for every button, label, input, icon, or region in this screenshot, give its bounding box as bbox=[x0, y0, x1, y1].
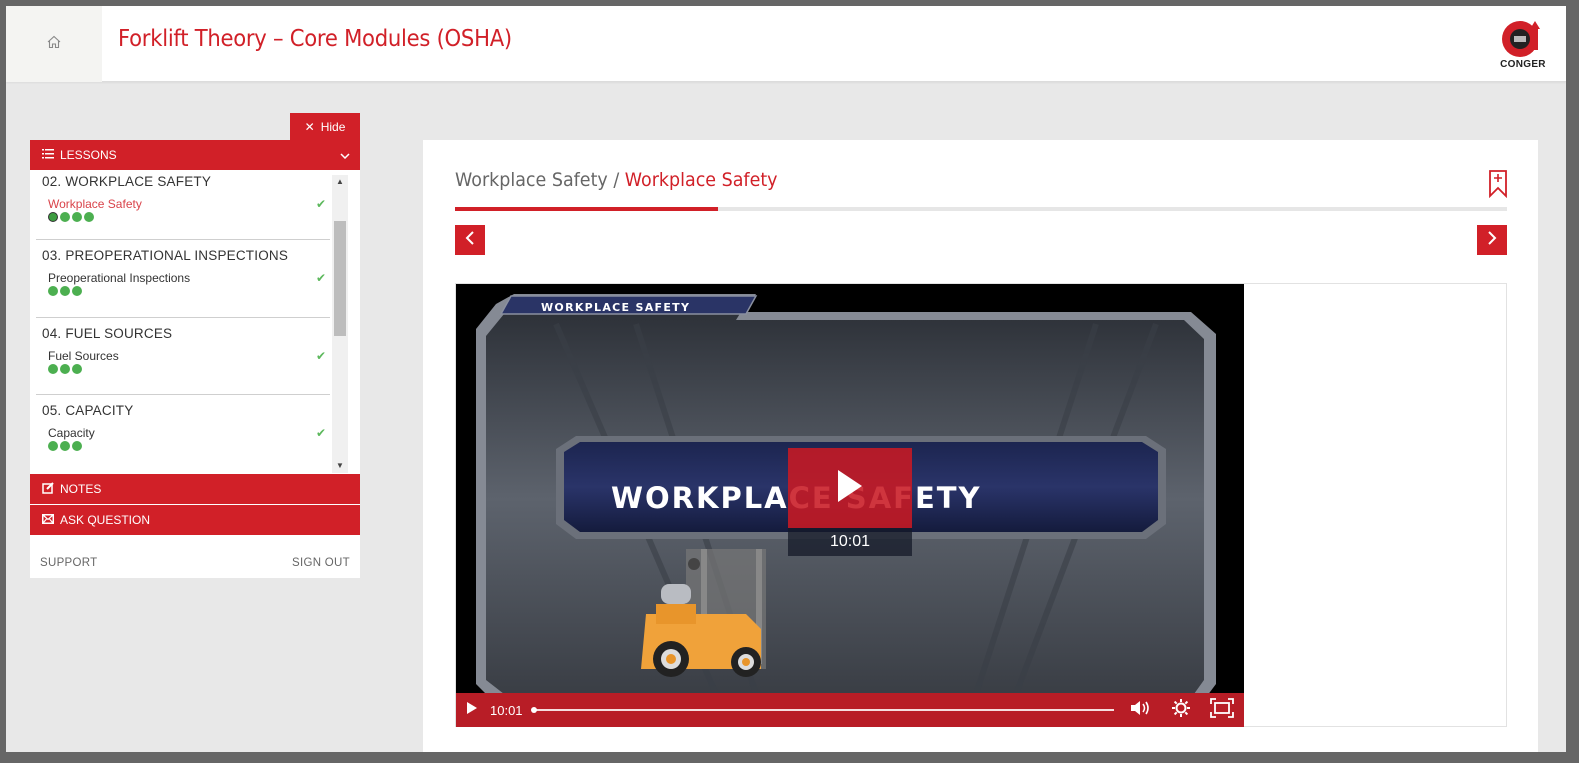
previous-slide-button[interactable] bbox=[455, 225, 485, 255]
lesson-name: Capacity bbox=[48, 426, 95, 440]
app-frame: Forklift Theory – Core Modules (OSHA) CO… bbox=[6, 6, 1566, 752]
hide-label: Hide bbox=[320, 120, 346, 134]
chevron-right-icon bbox=[1487, 230, 1497, 250]
progress-dot[interactable] bbox=[72, 363, 82, 374]
progress-dot[interactable] bbox=[84, 212, 94, 222]
lesson-item-preoperational-inspections[interactable]: Preoperational Inspections ✔ bbox=[42, 271, 330, 285]
support-link[interactable]: SUPPORT bbox=[40, 557, 97, 569]
bookmark-plus-icon bbox=[1488, 170, 1508, 202]
notes-button[interactable]: NOTES bbox=[30, 474, 360, 504]
breadcrumb-parent[interactable]: Workplace Safety bbox=[455, 169, 608, 191]
close-icon: ✕ bbox=[304, 120, 315, 134]
settings-button[interactable] bbox=[1172, 698, 1190, 722]
home-button[interactable] bbox=[6, 6, 102, 82]
breadcrumb-current: Workplace Safety bbox=[624, 169, 778, 191]
volume-button[interactable] bbox=[1130, 700, 1152, 721]
chevron-down-icon bbox=[340, 148, 350, 162]
progress-dot[interactable] bbox=[60, 212, 70, 222]
conger-logo-icon bbox=[1502, 21, 1540, 57]
progress-dots bbox=[42, 212, 330, 222]
big-play-button[interactable] bbox=[788, 448, 912, 528]
course-title: Forklift Theory – Core Modules (OSHA) bbox=[118, 26, 512, 52]
check-icon: ✔ bbox=[315, 426, 326, 440]
progress-dot[interactable] bbox=[60, 363, 70, 374]
edit-note-icon bbox=[42, 481, 54, 497]
check-icon: ✔ bbox=[315, 271, 326, 285]
seek-bar[interactable] bbox=[530, 707, 1114, 713]
conger-logo[interactable]: CONGER bbox=[1490, 18, 1556, 74]
envelope-icon bbox=[42, 513, 54, 527]
notes-label: NOTES bbox=[60, 482, 102, 496]
seek-handle[interactable] bbox=[530, 707, 537, 713]
lesson-group: 03. PREOPERATIONAL INSPECTIONS Preoperat… bbox=[36, 240, 330, 318]
slide-small-title: WORKPLACE SAFETY bbox=[541, 301, 691, 314]
progress-dot[interactable] bbox=[48, 363, 58, 374]
scroll-down-arrow-icon[interactable]: ▼ bbox=[332, 459, 348, 473]
lesson-progress-fill bbox=[455, 207, 718, 211]
chevron-left-icon bbox=[465, 230, 475, 250]
lesson-group-title: 02. WORKPLACE SAFETY bbox=[42, 174, 212, 189]
lesson-group: 04. FUEL SOURCES Fuel Sources ✔ bbox=[36, 318, 330, 395]
progress-dots bbox=[42, 286, 330, 296]
sidebar-footer: SUPPORT SIGN OUT bbox=[30, 557, 360, 569]
progress-dots bbox=[42, 441, 330, 451]
next-slide-button[interactable] bbox=[1477, 225, 1507, 255]
play-icon bbox=[836, 468, 864, 509]
play-icon bbox=[466, 701, 478, 720]
check-icon: ✔ bbox=[315, 348, 326, 363]
check-icon: ✔ bbox=[315, 197, 326, 211]
lesson-progress-bar bbox=[455, 207, 1507, 211]
breadcrumb: Workplace Safety / Workplace Safety bbox=[455, 169, 778, 191]
lesson-item-workplace-safety[interactable]: Workplace Safety ✔ bbox=[42, 197, 330, 211]
lesson-content-card: Workplace Safety / Workplace Safety WORK… bbox=[423, 140, 1538, 752]
lesson-name: Fuel Sources bbox=[48, 348, 119, 363]
lesson-name: Preoperational Inspections bbox=[48, 271, 191, 285]
lesson-item-fuel-sources[interactable]: Fuel Sources ✔ bbox=[42, 349, 330, 363]
scroll-up-arrow-icon[interactable]: ▲ bbox=[332, 175, 348, 189]
lesson-group-title: 05. CAPACITY bbox=[42, 403, 134, 418]
ask-question-button[interactable]: ASK QUESTION bbox=[30, 505, 360, 535]
list-icon bbox=[42, 148, 54, 162]
video-player[interactable]: WORKPLACE SAFETY WORKPLACE SAFETY 10:01 … bbox=[456, 284, 1244, 727]
lesson-item-capacity[interactable]: Capacity ✔ bbox=[42, 426, 330, 440]
progress-dot[interactable] bbox=[72, 212, 82, 222]
lesson-group: 05. CAPACITY Capacity ✔ bbox=[36, 395, 330, 473]
video-duration-overlay: 10:01 bbox=[788, 528, 912, 556]
lesson-group-title: 04. FUEL SOURCES bbox=[42, 325, 173, 341]
scroll-thumb[interactable] bbox=[334, 221, 346, 336]
progress-dot[interactable] bbox=[72, 441, 82, 451]
progress-dot[interactable] bbox=[48, 212, 58, 222]
progress-dot[interactable] bbox=[60, 441, 70, 451]
progress-dot[interactable] bbox=[48, 441, 58, 451]
play-pause-button[interactable] bbox=[466, 701, 478, 720]
sign-out-link[interactable]: SIGN OUT bbox=[292, 557, 350, 569]
lesson-scrollbar[interactable]: ▲ ▼ bbox=[332, 175, 348, 473]
top-header: Forklift Theory – Core Modules (OSHA) CO… bbox=[6, 6, 1566, 82]
breadcrumb-separator: / bbox=[607, 169, 625, 191]
add-bookmark-button[interactable] bbox=[1488, 170, 1508, 203]
hide-sidebar-button[interactable]: ✕ Hide bbox=[290, 113, 360, 141]
lesson-group: 02. WORKPLACE SAFETY Workplace Safety ✔ bbox=[36, 170, 330, 240]
video-controls: 10:01 bbox=[456, 693, 1244, 727]
lesson-name: Workplace Safety bbox=[48, 197, 142, 211]
progress-dot[interactable] bbox=[48, 286, 58, 296]
progress-dot[interactable] bbox=[60, 286, 70, 296]
lesson-group-title: 03. PREOPERATIONAL INSPECTIONS bbox=[42, 248, 289, 263]
ask-question-label: ASK QUESTION bbox=[60, 513, 151, 527]
progress-dots bbox=[42, 363, 330, 374]
volume-icon bbox=[1130, 700, 1152, 721]
progress-dot[interactable] bbox=[72, 286, 82, 296]
home-icon bbox=[46, 34, 62, 55]
fullscreen-button[interactable] bbox=[1210, 697, 1234, 723]
lessons-label: LESSONS bbox=[60, 148, 117, 162]
sidebar: LESSONS 02. WORKPLACE SAFETY Workplace S… bbox=[30, 140, 360, 578]
lessons-toggle[interactable]: LESSONS bbox=[30, 140, 360, 170]
video-container: WORKPLACE SAFETY WORKPLACE SAFETY 10:01 … bbox=[455, 283, 1507, 727]
fullscreen-icon bbox=[1210, 697, 1234, 723]
current-time: 10:01 bbox=[490, 702, 523, 718]
lesson-list: 02. WORKPLACE SAFETY Workplace Safety ✔ … bbox=[30, 170, 360, 474]
gear-icon bbox=[1172, 698, 1190, 722]
logo-text: CONGER bbox=[1500, 59, 1546, 70]
